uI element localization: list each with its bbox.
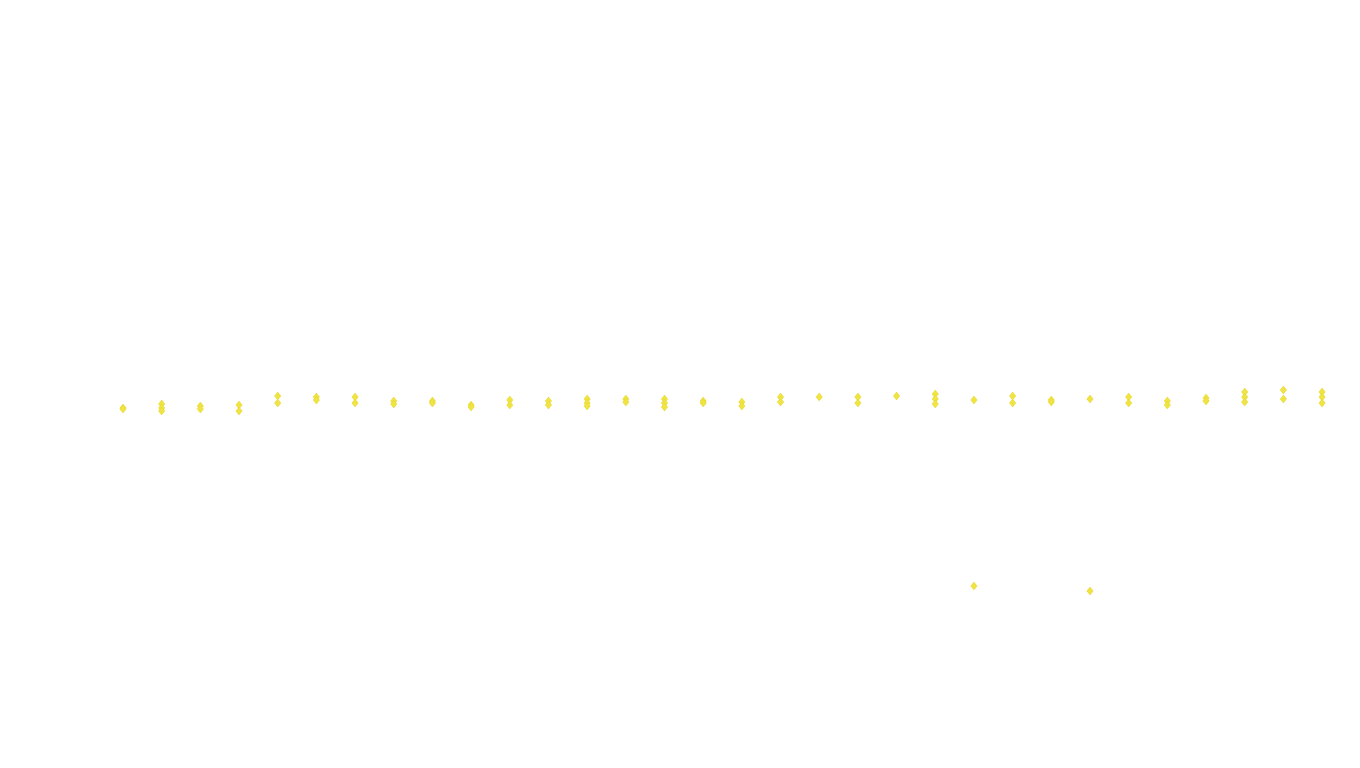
data-point-5-2	[274, 398, 282, 408]
data-point-26-2	[1086, 586, 1094, 596]
data-point-23-1	[970, 395, 978, 405]
data-point-19-1	[815, 392, 823, 402]
data-point-24-2	[1009, 398, 1017, 408]
data-point-31-2	[1279, 394, 1287, 404]
data-point-30-3	[1241, 397, 1249, 407]
data-point-32-3	[1318, 398, 1326, 408]
data-point-20-2	[854, 398, 862, 408]
data-point-21-1	[893, 391, 901, 401]
scatter-chart	[119, 385, 1326, 596]
data-point-22-3	[931, 399, 939, 409]
data-point-27-2	[1125, 398, 1133, 408]
data-point-11-2	[506, 400, 514, 410]
data-point-23-2	[970, 581, 978, 591]
data-point-31-1	[1279, 385, 1287, 395]
data-point-26-1	[1086, 394, 1094, 404]
data-points	[119, 385, 1326, 596]
data-point-18-2	[777, 397, 785, 407]
data-point-7-2	[351, 398, 359, 408]
data-point-1-2	[119, 404, 127, 414]
data-point-4-2	[235, 406, 243, 416]
